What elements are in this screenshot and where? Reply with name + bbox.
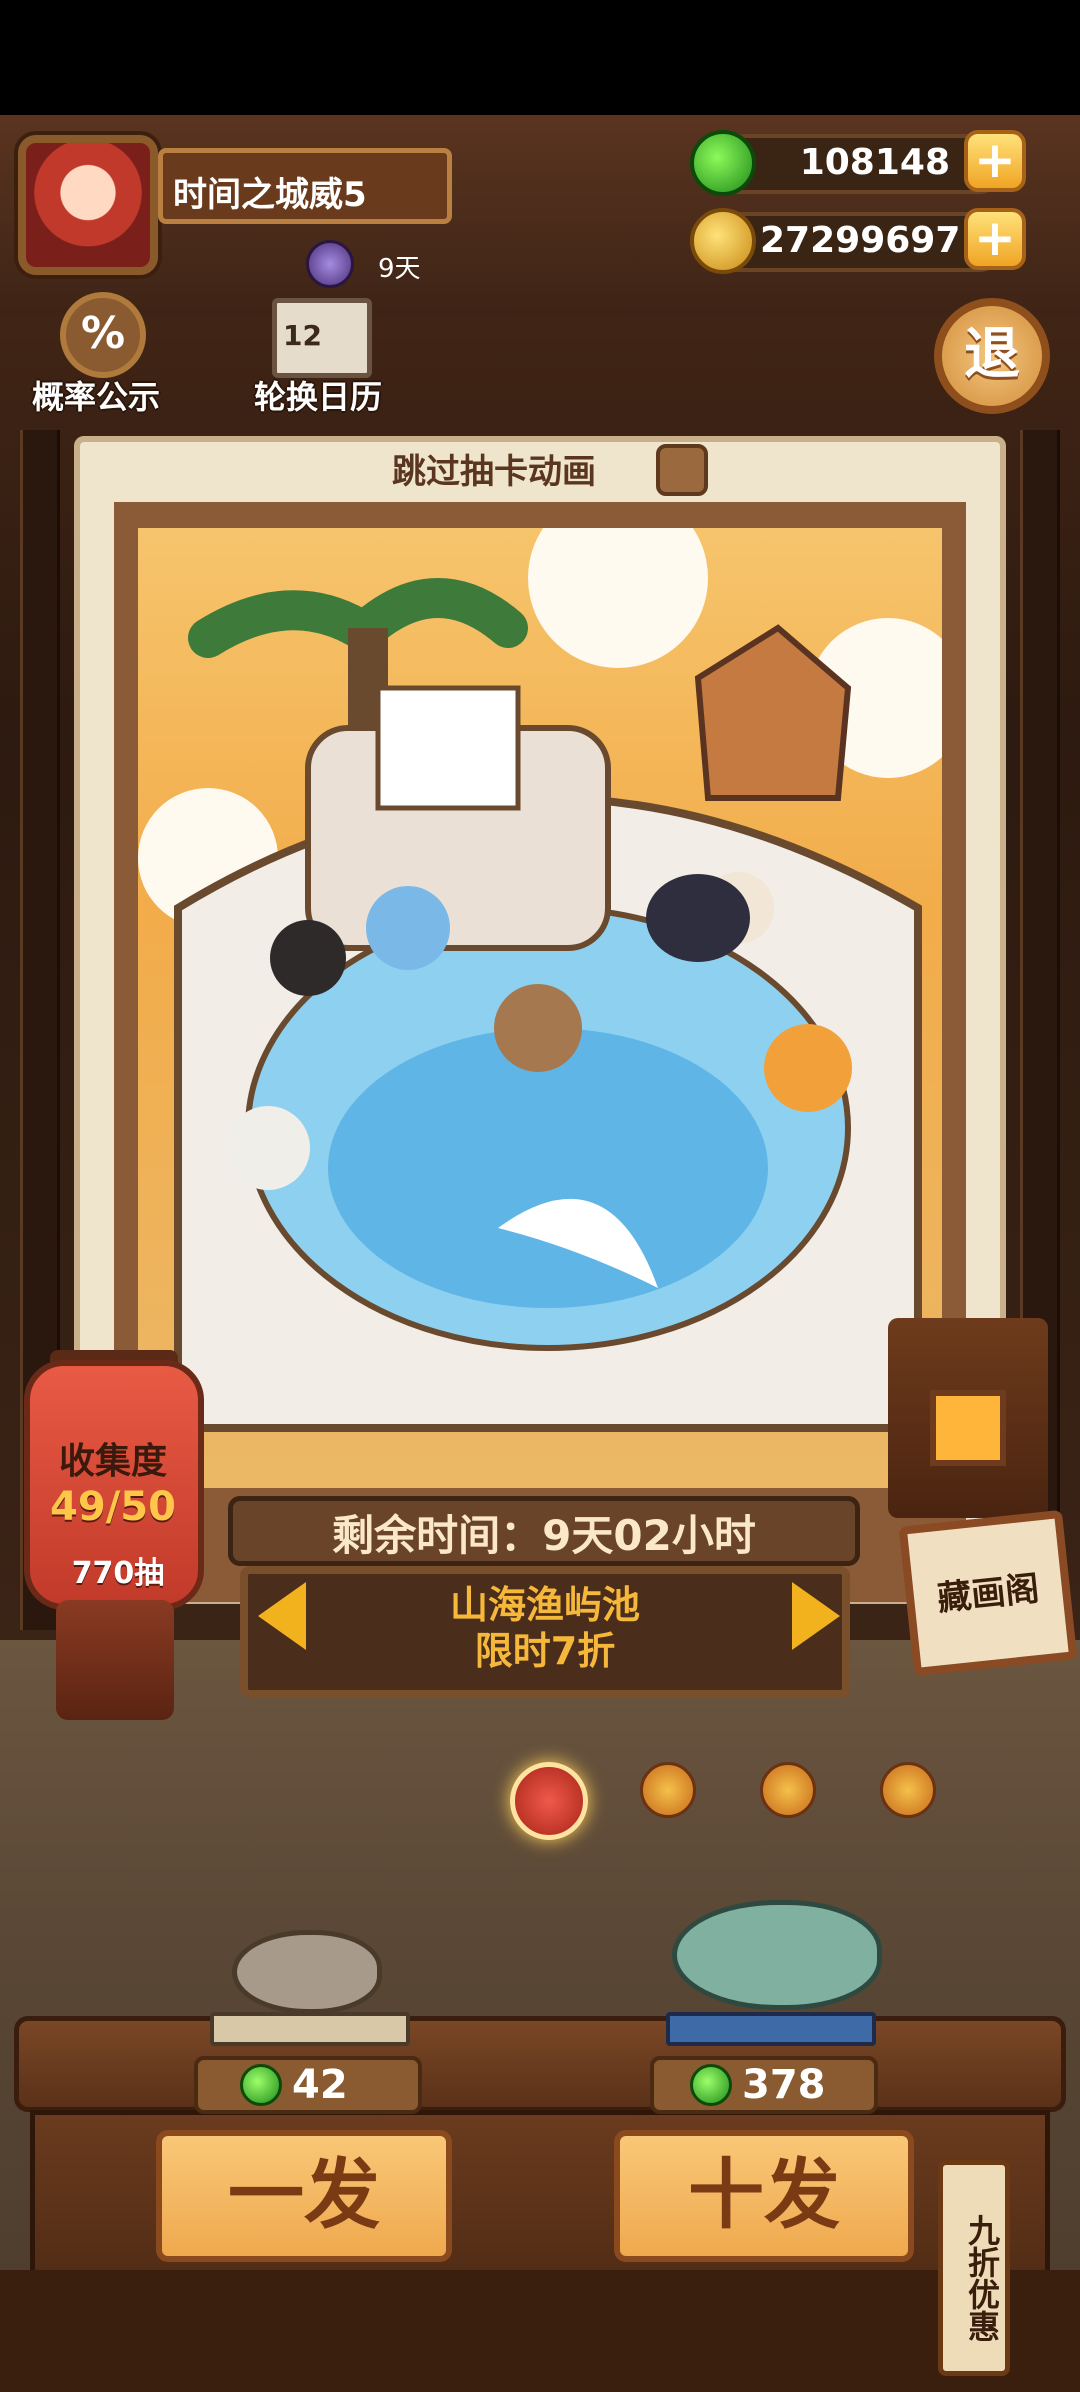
collection-draws: 770抽 bbox=[71, 1556, 165, 1591]
jade-amount: 108148 bbox=[799, 142, 950, 183]
pool-page-indicator[interactable] bbox=[760, 1762, 816, 1818]
player-avatar[interactable] bbox=[18, 135, 158, 275]
shop-counter bbox=[14, 2016, 1066, 2112]
jade-coin-icon bbox=[690, 130, 756, 196]
banner-artwork bbox=[138, 528, 942, 1488]
gallery-lamp-window bbox=[930, 1390, 1006, 1466]
single-draw-book bbox=[210, 2012, 410, 2046]
probability-label[interactable]: 概率公示 bbox=[32, 372, 160, 418]
companion-avatar-icon[interactable] bbox=[306, 240, 354, 288]
previous-pool-arrow-icon[interactable] bbox=[258, 1582, 306, 1650]
skip-animation-checkbox[interactable] bbox=[656, 444, 708, 496]
counter-bottom bbox=[0, 2270, 1080, 2392]
add-gold-button[interactable]: + bbox=[964, 208, 1026, 270]
pool-page-indicator[interactable] bbox=[640, 1762, 696, 1818]
ten-draw-fish-icon bbox=[672, 1900, 882, 2010]
probability-icon[interactable]: % bbox=[60, 292, 146, 378]
gold-amount: 27299697 bbox=[760, 220, 961, 261]
pool-page-indicator-active[interactable] bbox=[510, 1762, 588, 1840]
ten-draw-book bbox=[666, 2012, 876, 2046]
calendar-glyph: 12 bbox=[283, 319, 322, 352]
discount-tag: 九折优惠 bbox=[938, 2160, 1010, 2376]
single-draw-cost: 42 bbox=[292, 2062, 348, 2108]
status-bar-area bbox=[0, 0, 1080, 115]
remaining-time: 剩余时间：9天02小时 bbox=[332, 1511, 756, 1560]
exit-button[interactable]: 退 bbox=[934, 298, 1050, 414]
skip-animation-label[interactable]: 跳过抽卡动画 bbox=[392, 444, 596, 493]
collection-title: 收集度 bbox=[58, 1441, 167, 1482]
jade-coin-icon bbox=[690, 2064, 732, 2106]
jade-coin-icon bbox=[240, 2064, 282, 2106]
player-name: 时间之城威5 bbox=[173, 175, 367, 215]
ten-draw-label: 十发 bbox=[688, 2150, 840, 2239]
ten-draw-cost: 378 bbox=[742, 2062, 826, 2108]
add-jade-button[interactable]: + bbox=[964, 130, 1026, 192]
login-days: 9天 bbox=[378, 254, 421, 284]
single-draw-button[interactable]: 一发 bbox=[156, 2130, 452, 2262]
collection-count: 49/50 bbox=[50, 1484, 176, 1530]
gold-coin-icon bbox=[690, 208, 756, 274]
pool-discount: 限时7折 bbox=[474, 1629, 616, 1673]
calendar-label[interactable]: 轮换日历 bbox=[254, 372, 382, 418]
ten-draw-button[interactable]: 十发 bbox=[614, 2130, 914, 2262]
player-name-plate: 时间之城威5 bbox=[158, 148, 452, 224]
single-draw-label: 一发 bbox=[228, 2150, 380, 2239]
calendar-icon[interactable]: 12 bbox=[272, 298, 372, 378]
lantern-stand bbox=[56, 1600, 174, 1720]
single-draw-fish-icon bbox=[232, 1930, 382, 2014]
next-pool-arrow-icon[interactable] bbox=[792, 1582, 840, 1650]
pool-page-indicator[interactable] bbox=[880, 1762, 936, 1818]
